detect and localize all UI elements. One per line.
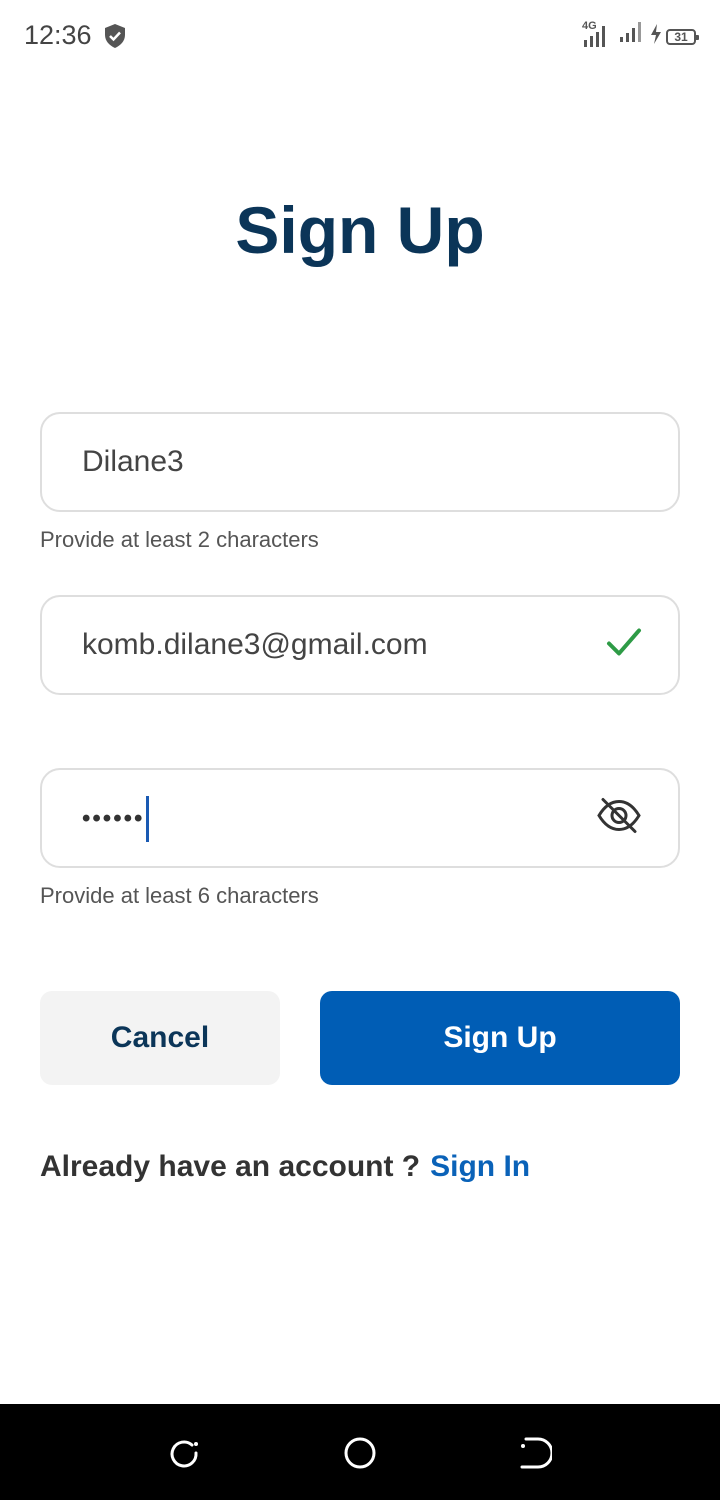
charging-icon xyxy=(650,23,662,50)
password-masked-value: •••••• xyxy=(82,805,145,832)
status-time: 12:36 xyxy=(24,20,92,50)
already-account-row: Already have an account ? Sign In xyxy=(40,1150,530,1184)
back-nav-icon[interactable] xyxy=(518,1436,554,1475)
username-hint: Provide at least 2 characters xyxy=(40,527,319,552)
home-nav-icon[interactable] xyxy=(343,1436,377,1475)
shield-icon xyxy=(103,23,127,54)
cancel-button[interactable]: Cancel xyxy=(40,991,280,1085)
recents-nav-icon[interactable] xyxy=(167,1436,201,1475)
username-field[interactable]: Dilane3 xyxy=(40,412,680,512)
check-icon xyxy=(606,627,642,664)
email-value: komb.dilane3@gmail.com xyxy=(82,628,428,661)
page-title: Sign Up xyxy=(235,193,485,267)
signal-icon: 4G xyxy=(582,20,612,50)
sign-up-button[interactable]: Sign Up xyxy=(320,991,680,1085)
password-field[interactable]: •••••• xyxy=(40,768,680,868)
status-indicators: 4G 31 xyxy=(582,20,699,50)
sign-in-link[interactable]: Sign In xyxy=(430,1150,530,1183)
username-value: Dilane3 xyxy=(82,445,184,478)
battery-icon: 31 xyxy=(666,28,699,45)
email-field[interactable]: komb.dilane3@gmail.com xyxy=(40,595,680,695)
signal-icon-2 xyxy=(618,15,644,50)
battery-group: 31 xyxy=(650,23,699,50)
password-hint: Provide at least 6 characters xyxy=(40,883,319,908)
text-caret xyxy=(146,796,150,842)
password-input: •••••• xyxy=(82,796,150,842)
already-account-text: Already have an account ? xyxy=(40,1150,421,1183)
eye-off-icon[interactable] xyxy=(596,797,642,840)
system-nav-bar xyxy=(0,1404,720,1500)
status-bar: 12:36 4G 31 xyxy=(0,0,720,76)
